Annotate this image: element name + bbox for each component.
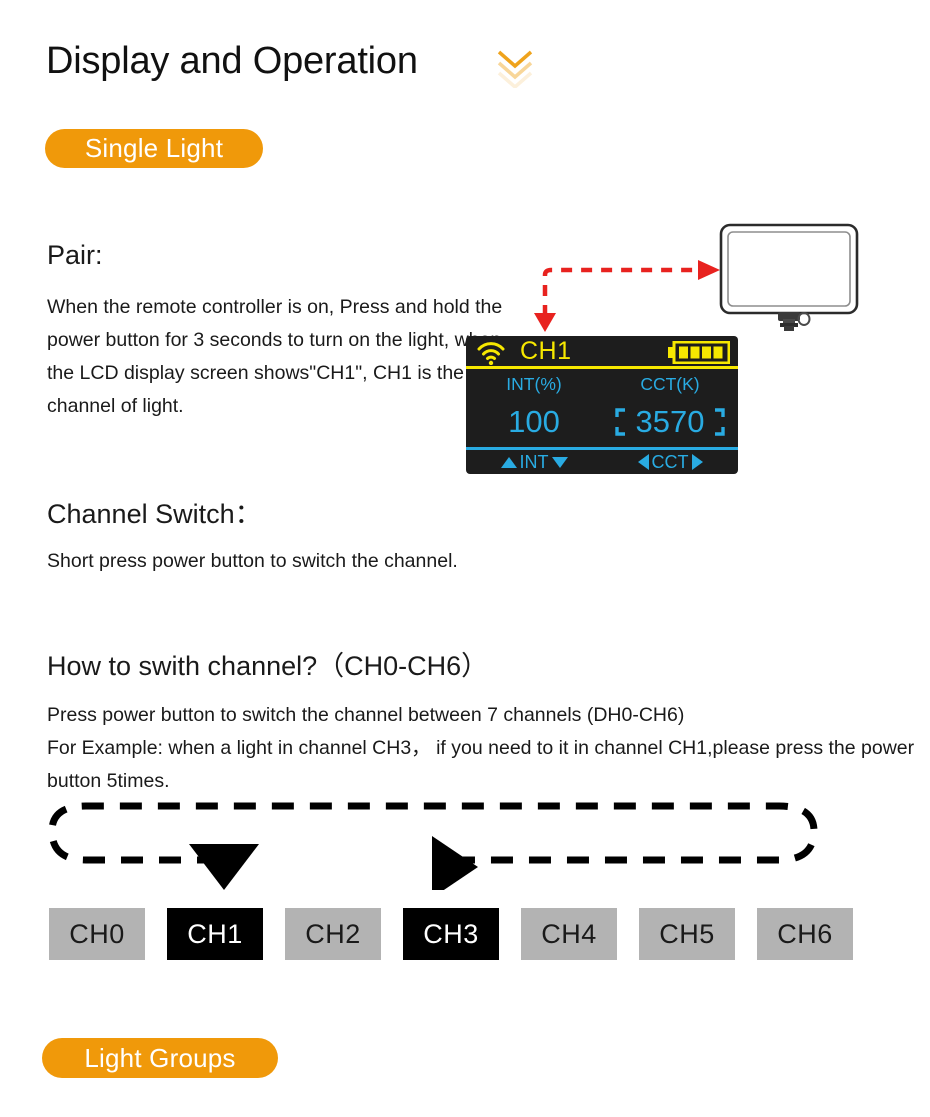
lcd-channel-label: CH1	[520, 337, 572, 365]
lcd-bottom-bar: INT CCT	[466, 447, 738, 474]
lcd-cct-nav-label: CCT	[651, 451, 689, 472]
arrowhead-down-icon	[189, 844, 259, 890]
page-title: Display and Operation	[46, 40, 418, 82]
lcd-cct-value: 3570	[635, 403, 705, 439]
lcd-label-row: INT(%) CCT(K)	[466, 369, 738, 399]
focus-bracket-right-icon	[715, 407, 725, 436]
channel-box-label: CH1	[187, 918, 243, 949]
badge-single-light: Single Light	[45, 129, 263, 168]
heading-channel-switch: Channel Switch：	[47, 499, 262, 529]
triangle-right-icon[interactable]	[691, 454, 703, 470]
paragraph-pair: When the remote controller is on, Press …	[47, 296, 503, 417]
heading-how-to-switch-channel: How to swith channel?（CH0-CH6）	[47, 651, 489, 681]
channel-box-label: CH4	[541, 918, 597, 949]
channel-box-label: CH2	[305, 918, 361, 949]
lcd-cct-label: CCT(K)	[640, 374, 700, 394]
channel-box-ch6[interactable]: CH6	[757, 908, 853, 960]
battery-full-icon	[668, 341, 730, 364]
heading-pair: Pair:	[47, 240, 103, 270]
channel-box-ch3[interactable]: CH3	[403, 908, 499, 960]
lcd-display-screen: CH1 INT(%) CCT(K) 100 3570 INT CCT	[466, 336, 738, 474]
lcd-cct-value-cell: 3570	[602, 404, 738, 440]
lcd-top-bar: CH1	[466, 336, 738, 369]
channel-box-row: CH0 CH1 CH2 CH3 CH4 CH5 CH6	[49, 908, 905, 960]
channel-box-ch0[interactable]: CH0	[49, 908, 145, 960]
arrowhead-right-icon	[432, 836, 478, 890]
lcd-int-label: INT(%)	[506, 374, 562, 394]
lcd-int-nav[interactable]: INT	[466, 452, 602, 473]
lcd-int-value: 100	[508, 403, 560, 439]
channel-box-label: CH3	[423, 918, 479, 949]
red-dashed-pairing-arrow	[534, 260, 720, 332]
channel-box-ch5[interactable]: CH5	[639, 908, 735, 960]
wifi-signal-icon	[477, 342, 505, 365]
double-chevron-down-icon	[497, 50, 533, 88]
paragraph-channel-switch: Short press power button to switch the c…	[47, 550, 458, 572]
lcd-cct-nav[interactable]: CCT	[602, 452, 738, 473]
triangle-down-icon[interactable]	[551, 456, 568, 468]
lcd-int-nav-label: INT	[519, 451, 549, 472]
channel-box-label: CH5	[659, 918, 715, 949]
paragraph-how-to-switch-channel: Press power button to switch the channel…	[47, 704, 915, 792]
channel-box-label: CH0	[69, 918, 125, 949]
dashed-loop-arrow	[48, 802, 818, 890]
focus-bracket-left-icon	[615, 407, 625, 436]
channel-box-ch4[interactable]: CH4	[521, 908, 617, 960]
lcd-value-row: 100 3570	[466, 399, 738, 444]
channel-box-ch2[interactable]: CH2	[285, 908, 381, 960]
triangle-up-icon[interactable]	[500, 456, 517, 468]
channel-box-label: CH6	[777, 918, 833, 949]
triangle-left-icon[interactable]	[637, 454, 649, 470]
lcd-int-value-cell: 100	[466, 404, 602, 440]
led-light-panel-icon	[719, 223, 859, 331]
channel-box-ch1[interactable]: CH1	[167, 908, 263, 960]
badge-light-groups: Light Groups	[42, 1038, 278, 1078]
